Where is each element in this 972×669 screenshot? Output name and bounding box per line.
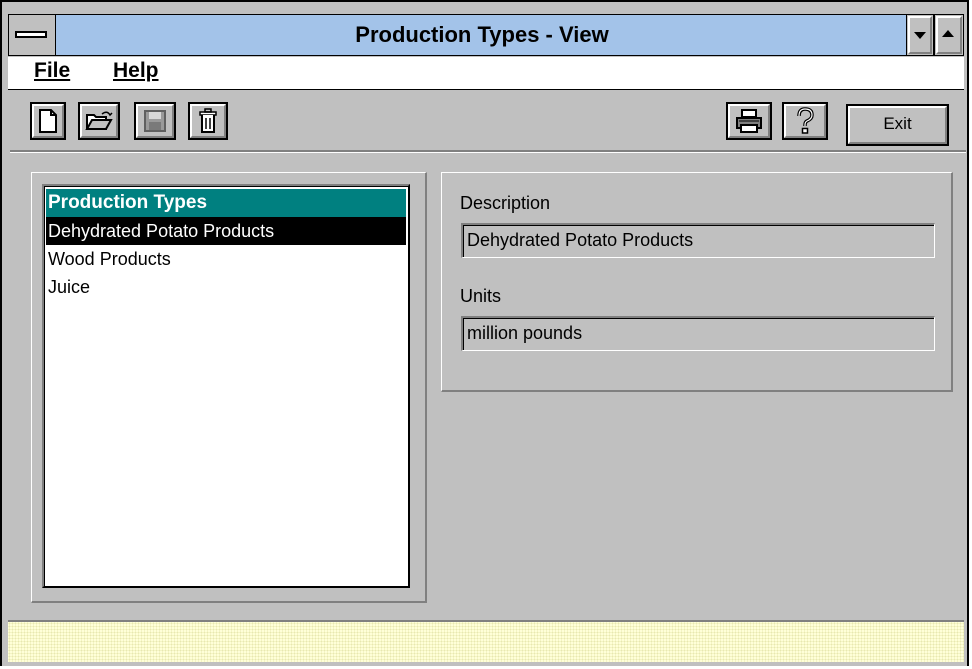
application-window: Production Types - View File Help Exit P… bbox=[0, 0, 972, 669]
list-item[interactable]: Juice bbox=[46, 273, 406, 301]
maximize-icon bbox=[942, 30, 954, 37]
units-field[interactable]: million pounds bbox=[461, 316, 935, 351]
exit-button-label: Exit bbox=[883, 114, 912, 133]
open-button[interactable] bbox=[78, 102, 120, 140]
units-label: Units bbox=[460, 286, 502, 306]
help-button[interactable] bbox=[782, 102, 828, 140]
window-title: Production Types - View bbox=[355, 22, 609, 47]
list-header: Production Types bbox=[46, 189, 406, 217]
help-question-icon bbox=[797, 107, 814, 134]
delete-button[interactable] bbox=[188, 102, 228, 140]
production-types-list[interactable]: Production Types Dehydrated Potato Produ… bbox=[42, 184, 410, 588]
description-label: Description bbox=[460, 193, 551, 213]
new-document-icon bbox=[39, 109, 57, 133]
exit-button[interactable]: Exit bbox=[846, 104, 949, 146]
new-button[interactable] bbox=[30, 102, 66, 140]
list-item[interactable]: Wood Products bbox=[46, 245, 406, 273]
system-menu-button[interactable] bbox=[8, 14, 56, 56]
description-field[interactable]: Dehydrated Potato Products bbox=[461, 223, 935, 258]
maximize-button[interactable] bbox=[934, 14, 964, 56]
menu-file[interactable]: File bbox=[34, 59, 70, 83]
printer-icon bbox=[736, 109, 762, 133]
status-bar bbox=[8, 620, 964, 662]
print-button[interactable] bbox=[726, 102, 772, 140]
menu-bar: File Help bbox=[8, 57, 964, 90]
save-disk-icon bbox=[144, 110, 166, 132]
menu-help[interactable]: Help bbox=[113, 59, 159, 83]
list-item[interactable]: Dehydrated Potato Products bbox=[46, 217, 406, 245]
minimize-button[interactable] bbox=[906, 14, 934, 56]
system-menu-icon bbox=[15, 31, 47, 38]
toolbar-divider bbox=[10, 150, 966, 153]
save-button[interactable] bbox=[134, 102, 176, 140]
minimize-icon bbox=[914, 32, 926, 39]
open-folder-icon bbox=[85, 111, 113, 130]
trash-icon bbox=[199, 108, 217, 133]
